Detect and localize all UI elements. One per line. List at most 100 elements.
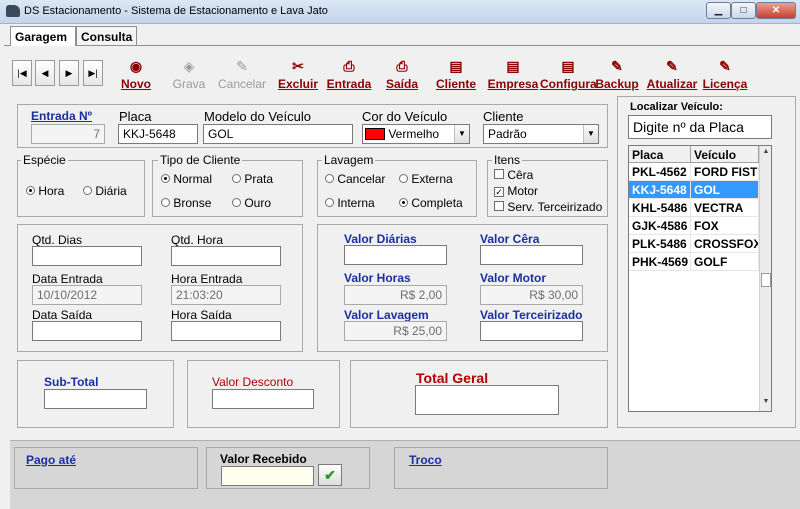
radio-icon[interactable] <box>161 198 170 207</box>
radio-icon[interactable] <box>399 174 408 183</box>
data-entrada-field[interactable]: 10/10/2012 <box>32 285 142 305</box>
desconto-field[interactable] <box>212 389 314 409</box>
confirm-check-icon[interactable]: ✔ <box>318 464 342 486</box>
radio-icon[interactable] <box>232 174 241 183</box>
valor-motor-field[interactable]: R$ 30,00 <box>480 285 583 305</box>
cliente-select[interactable]: Padrão ▼ <box>483 124 599 144</box>
radio-icon[interactable] <box>325 174 334 183</box>
lavagem-cancelar-radio[interactable]: Cancelar <box>325 172 385 186</box>
toolbar-cancelar-button[interactable]: ✎ Cancelar <box>214 57 270 93</box>
desconto-label: Valor Desconto <box>212 375 294 389</box>
table-row[interactable]: PHK-4569 GOLF <box>629 253 759 271</box>
radio-icon[interactable] <box>161 174 170 183</box>
toolbar-icon: ✎ <box>719 58 731 74</box>
radio-icon[interactable] <box>83 186 92 195</box>
lavagem-externa-radio[interactable]: Externa <box>399 172 453 186</box>
data-saida-label: Data Saída <box>32 308 93 322</box>
next-record-button[interactable]: ▶ <box>59 60 79 86</box>
toolbar-label: Grava <box>172 77 206 91</box>
radio-icon[interactable] <box>232 198 241 207</box>
table-row[interactable]: KHL-5486 VECTRA <box>629 199 759 217</box>
scroll-thumb[interactable] <box>761 273 771 287</box>
toolbar-backup-button[interactable]: ✎ Backup <box>589 57 645 93</box>
table-row[interactable]: KKJ-5648 GOL <box>629 181 759 199</box>
toolbar-novo-button[interactable]: ◉ Novo <box>108 57 164 93</box>
toolbar-entrada-button[interactable]: ⎙ Entrada <box>321 57 377 93</box>
qtd-dias-label: Qtd. Dias <box>32 233 83 247</box>
checkbox-icon[interactable] <box>494 201 504 211</box>
item-cera-checkbox[interactable]: Cêra <box>494 168 533 182</box>
maximize-button[interactable]: □ <box>731 2 756 19</box>
grid-scrollbar[interactable]: ▲ ▼ <box>759 146 771 411</box>
lavagem-label: Lavagem <box>322 153 376 167</box>
item-motor-checkbox[interactable]: ✓ Motor <box>494 184 538 198</box>
modelo-field[interactable]: GOL <box>203 124 353 144</box>
data-entrada-label: Data Entrada <box>32 272 103 286</box>
subtotal-field[interactable] <box>44 389 147 409</box>
valor-terceirizado-field[interactable] <box>480 321 583 341</box>
toolbar-icon: ▤ <box>449 58 463 74</box>
scroll-down-icon[interactable]: ▼ <box>761 398 771 405</box>
cor-select[interactable]: Vermelho ▼ <box>362 124 470 144</box>
radio-icon[interactable] <box>399 198 408 207</box>
placa-field[interactable]: KKJ-5648 <box>118 124 198 144</box>
radio-icon[interactable] <box>325 198 334 207</box>
table-row[interactable]: PLK-5486 CROSSFOX <box>629 235 759 253</box>
data-saida-field[interactable] <box>32 321 142 341</box>
tab-consulta[interactable]: Consulta <box>76 26 137 45</box>
chevron-down-icon[interactable]: ▼ <box>454 125 469 143</box>
tab-garagem[interactable]: Garagem <box>10 26 76 46</box>
close-button[interactable]: ✕ <box>756 2 796 19</box>
column-header-placa[interactable]: Placa <box>629 146 691 163</box>
valor-cera-field[interactable] <box>480 245 583 265</box>
toolbar-atualizar-button[interactable]: ✎ Atualizar <box>644 57 700 93</box>
scroll-up-icon[interactable]: ▲ <box>761 148 771 155</box>
checkbox-icon[interactable] <box>494 169 504 179</box>
lavagem-completa-radio[interactable]: Completa <box>399 196 463 210</box>
lavagem-interna-radio[interactable]: Interna <box>325 196 375 210</box>
tipo-bronse-radio[interactable]: Bronse <box>161 196 211 210</box>
entrada-field[interactable]: 7 <box>31 124 105 144</box>
tipo-normal-radio[interactable]: Normal <box>161 172 212 186</box>
hora-saida-field[interactable] <box>171 321 281 341</box>
toolbar-cliente-button[interactable]: ▤ Cliente <box>428 57 484 93</box>
toolbar-configura-button[interactable]: ▤ Configura <box>540 57 597 93</box>
valor-diarias-field[interactable] <box>344 245 447 265</box>
toolbar-label: Cliente <box>435 77 476 91</box>
chevron-down-icon[interactable]: ▼ <box>583 125 598 143</box>
minimize-button[interactable]: ▁ <box>706 2 731 19</box>
table-row[interactable]: GJK-4586 FOX <box>629 217 759 235</box>
recebido-field[interactable] <box>221 466 314 486</box>
toolbar-icon: ◈ <box>183 58 195 74</box>
qtd-dias-field[interactable] <box>32 246 142 266</box>
cell-placa: PKL-4562 <box>629 163 691 181</box>
cell-placa: GJK-4586 <box>629 217 691 235</box>
placa-label: Placa <box>119 109 152 124</box>
valor-lavagem-field[interactable]: R$ 25,00 <box>344 321 447 341</box>
toolbar-saida-button[interactable]: ⎙ Saída <box>374 57 430 93</box>
previous-record-button[interactable]: ◀ <box>35 60 55 86</box>
last-record-button[interactable]: ▶| <box>83 60 103 86</box>
hora-entrada-field[interactable]: 21:03:20 <box>171 285 281 305</box>
toolbar-icon: ▤ <box>506 58 520 74</box>
first-record-button[interactable]: |◀ <box>12 60 32 86</box>
toolbar-grava-button[interactable]: ◈ Grava <box>161 57 217 93</box>
toolbar-excluir-button[interactable]: ✂ Excluir <box>270 57 326 93</box>
localizar-input[interactable]: Digite nº da Placa <box>628 115 772 139</box>
toolbar-licenca-button[interactable]: ✎ Licença <box>697 57 753 93</box>
table-row[interactable]: PKL-4562 FORD FIST <box>629 163 759 181</box>
tipo-ouro-radio[interactable]: Ouro <box>232 196 271 210</box>
qtd-hora-field[interactable] <box>171 246 281 266</box>
radio-icon[interactable] <box>26 186 35 195</box>
toolbar-label: Empresa <box>487 77 539 91</box>
modelo-label: Modelo do Veículo <box>204 109 311 124</box>
tipo-prata-radio[interactable]: Prata <box>232 172 273 186</box>
item-terceirizado-checkbox[interactable]: Serv. Terceirizado <box>494 200 602 214</box>
toolbar-empresa-button[interactable]: ▤ Empresa <box>485 57 541 93</box>
column-header-veiculo[interactable]: Veículo <box>691 146 759 163</box>
checkbox-icon[interactable]: ✓ <box>494 187 504 197</box>
especie-hora-radio[interactable]: Hora <box>26 184 64 198</box>
total-geral-field[interactable] <box>415 385 559 415</box>
valor-horas-field[interactable]: R$ 2,00 <box>344 285 447 305</box>
especie-diaria-radio[interactable]: Diária <box>83 184 127 198</box>
